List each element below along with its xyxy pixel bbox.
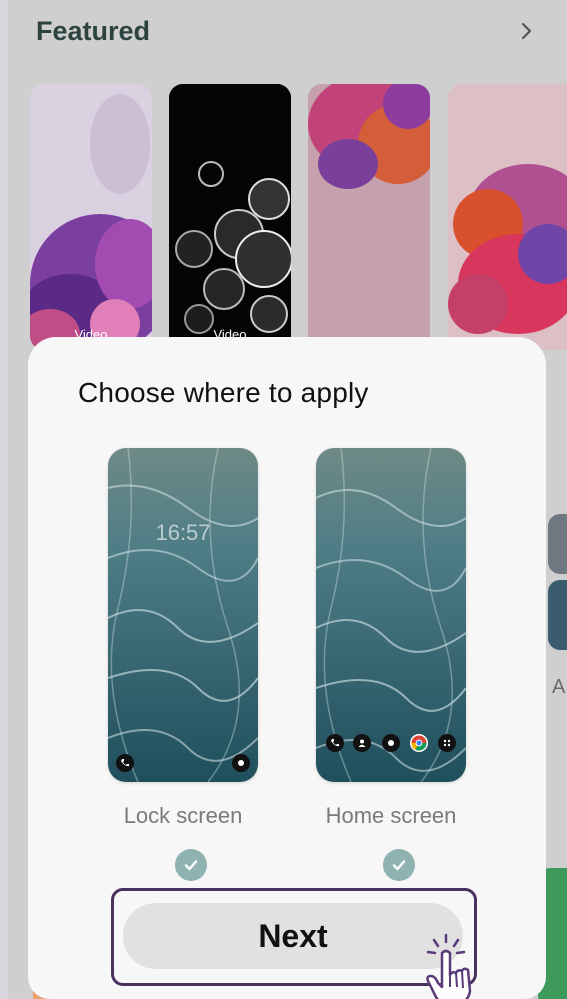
apps-grid-icon [438,734,456,752]
phone-icon [116,754,134,772]
camera-icon [232,754,250,772]
checkmark-icon [392,860,406,871]
apply-bottom-sheet: Choose where to apply 16:57 Lock screen … [28,337,546,999]
wallpaper-art [30,84,152,350]
background-thumb [548,514,567,574]
lock-screen-label: Lock screen [123,803,243,828]
home-screen-label: Home screen [325,803,457,828]
background-thumb [548,580,567,650]
sheet-title: Choose where to apply [78,377,369,408]
background-label: A [552,676,566,698]
phone-icon [326,734,344,752]
next-button[interactable]: Next [123,903,463,969]
tap-hand-icon [426,933,472,999]
home-screen-preview[interactable] [316,448,466,782]
water-wallpaper-art: 16:57 [108,448,258,782]
camera-icon [382,734,400,752]
chevron-right-icon[interactable] [513,18,539,44]
lock-screen-preview[interactable]: 16:57 [108,448,258,782]
home-screen-checkbox[interactable] [383,849,415,881]
wallpaper-art [448,84,567,350]
featured-wallpaper-4[interactable] [448,84,567,350]
lock-screen-checkbox[interactable] [175,849,207,881]
contacts-icon [353,734,371,752]
checkmark-icon [184,860,198,871]
wallpaper-art [169,84,291,350]
featured-wallpaper-3[interactable] [308,84,430,350]
wallpaper-picker-screen: Featured Video Video A Choose where to a… [8,0,567,999]
lock-clock: 16:57 [155,520,210,545]
wallpaper-art [308,84,430,350]
chrome-icon [410,734,428,752]
featured-heading: Featured [36,16,151,46]
featured-wallpaper-2[interactable]: Video [169,84,291,350]
water-wallpaper-art [316,448,466,782]
featured-wallpaper-1[interactable]: Video [30,84,152,350]
